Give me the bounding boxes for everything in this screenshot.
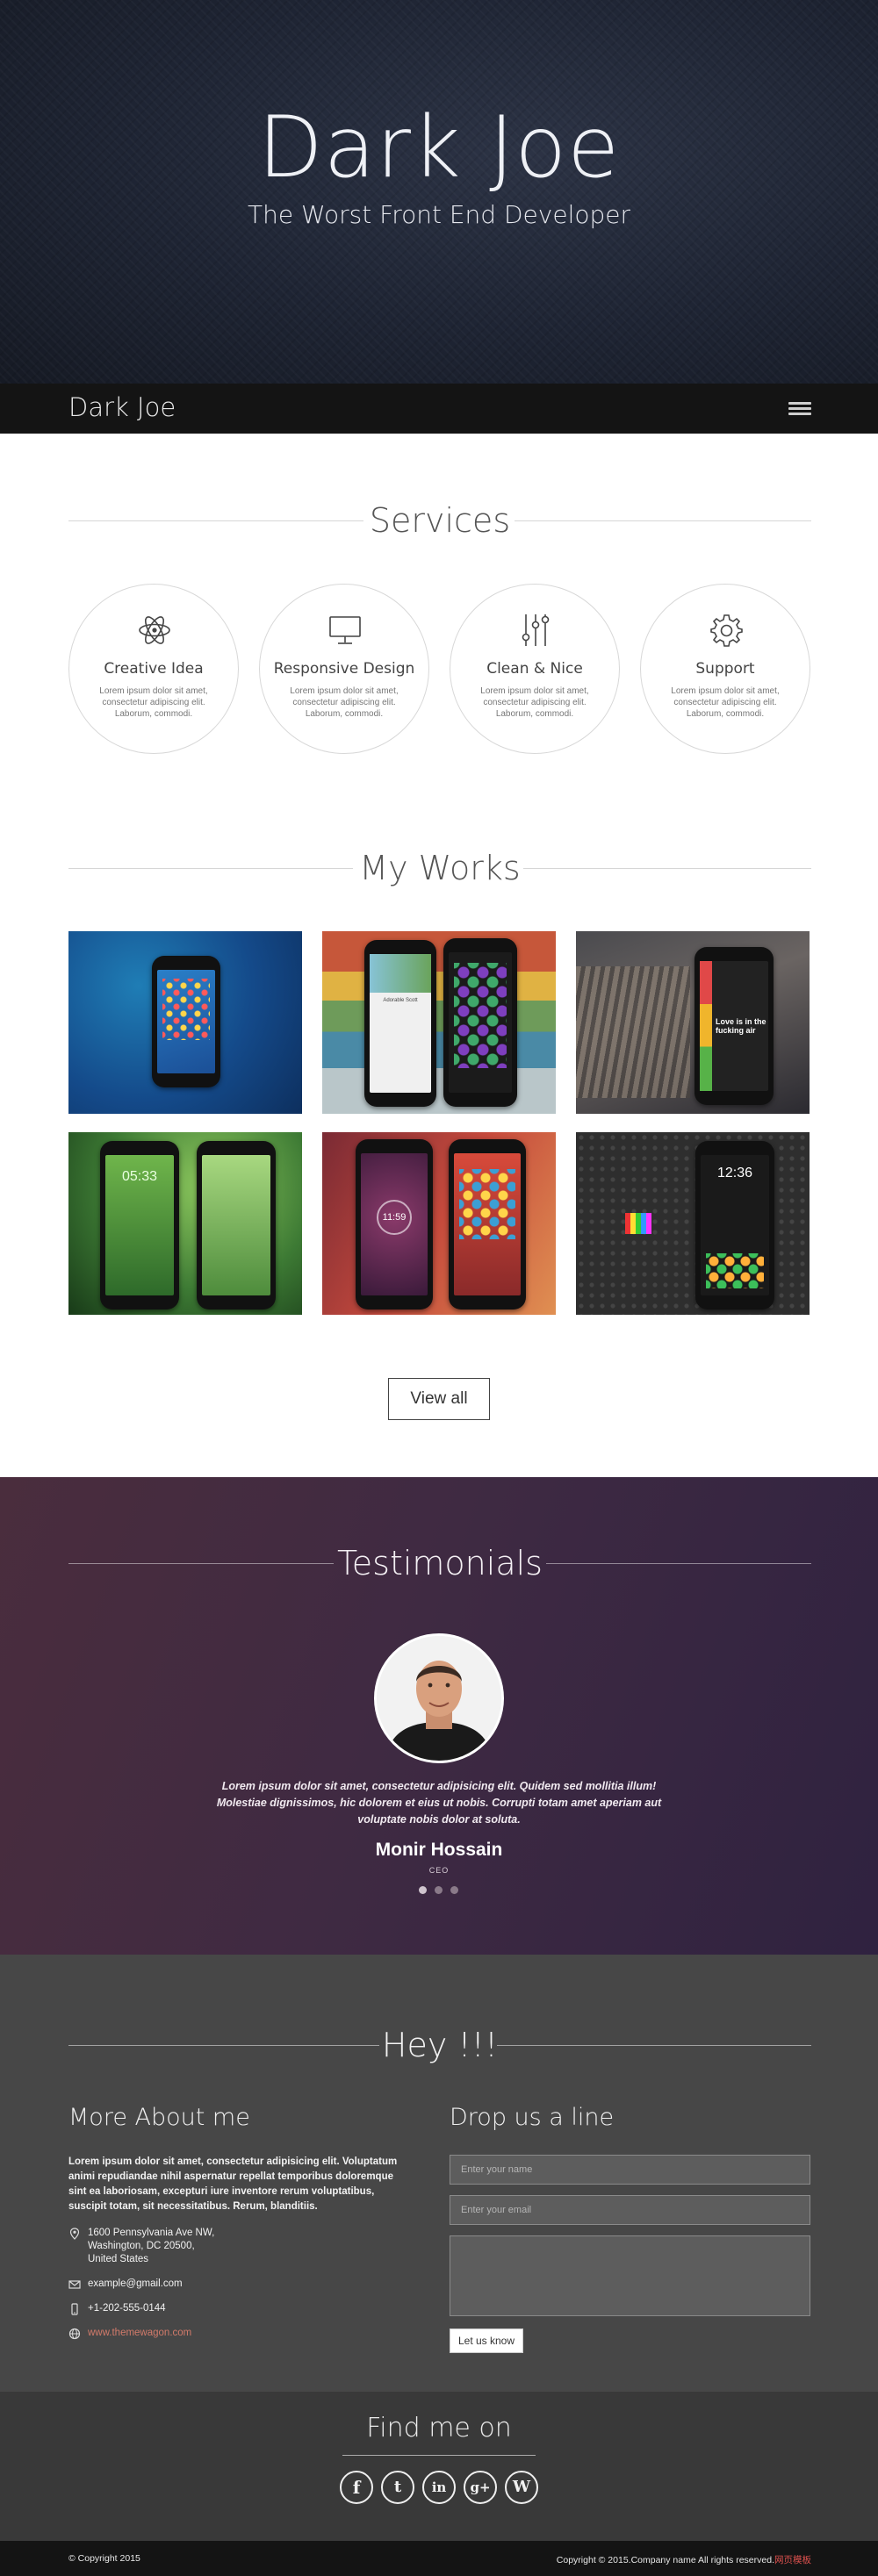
testimonial-quote: Lorem ipsum dolor sit amet, consectetur … [216, 1780, 662, 1826]
screen-text: Love is in the fucking air [716, 1017, 766, 1035]
service-card-support: Support Lorem ipsum dolor sit amet, cons… [640, 584, 810, 754]
carousel-dot[interactable] [435, 1886, 443, 1894]
address-line: 1600 Pennsylvania Ave NW, [88, 2228, 215, 2238]
screen-text: 12:36 [716, 1166, 753, 1180]
hero-section: Dark Joe The Worst Front End Developer [0, 0, 878, 384]
works-heading-block: My Works [68, 846, 811, 890]
service-description: Lorem ipsum dolor sit amet, consectetur … [290, 686, 399, 719]
atom-icon [139, 616, 170, 644]
work-thumbnail[interactable]: 11:59 [322, 1132, 556, 1315]
work-thumbnail[interactable]: Love is in the fucking air [576, 931, 810, 1114]
contact-heading-block: Hey !!! [68, 2023, 811, 2067]
hero-subtitle: The Worst Front End Developer [248, 200, 630, 229]
screen-text: 05:33 [121, 1169, 158, 1184]
testimonial-name: Monir Hossain [375, 1840, 503, 1860]
testimonial-avatar [374, 1633, 504, 1763]
testimonial-role: CEO [428, 1866, 450, 1875]
about-title: More About me [68, 2104, 250, 2131]
navbar: Dark Joe [0, 384, 878, 434]
location-pin-icon [69, 2228, 80, 2240]
footer-template-link[interactable]: 网页模板 [774, 2555, 811, 2565]
globe-icon [68, 2328, 81, 2340]
sliders-icon [522, 614, 550, 646]
carousel-dot[interactable] [450, 1886, 458, 1894]
services-heading: Services [369, 501, 511, 540]
email-text[interactable]: example@gmail.com [88, 2278, 316, 2291]
findme-title: Find me on [366, 2413, 512, 2443]
service-name: Clean & Nice [486, 660, 583, 678]
linkedin-icon[interactable]: in [422, 2471, 456, 2504]
service-description: Lorem ipsum dolor sit amet, consectetur … [480, 686, 589, 719]
email-input[interactable] [450, 2195, 810, 2225]
wordpress-icon[interactable]: W [505, 2471, 538, 2504]
service-card-creative-idea: Creative Idea Lorem ipsum dolor sit amet… [68, 584, 239, 754]
service-name: Creative Idea [104, 660, 204, 678]
work-thumbnail[interactable]: Adorable Scott [322, 931, 556, 1114]
service-card-responsive-design: Responsive Design Lorem ipsum dolor sit … [259, 584, 429, 754]
brand-logo[interactable]: Dark Joe [68, 392, 176, 422]
testimonials-heading-block: Testimonials [68, 1541, 811, 1585]
footer-copyright-right: Copyright © 2015.Company name All rights… [557, 2553, 811, 2566]
service-name: Responsive Design [273, 660, 415, 678]
service-description: Lorem ipsum dolor sit amet, consectetur … [671, 686, 780, 719]
name-input[interactable] [450, 2155, 810, 2185]
phone-text[interactable]: +1-202-555-0144 [88, 2302, 316, 2315]
divider [342, 2455, 536, 2456]
work-thumbnail[interactable]: 05:33 [68, 1132, 302, 1315]
footer: © Copyright 2015 Copyright © 2015.Compan… [0, 2541, 878, 2576]
message-textarea[interactable] [450, 2235, 810, 2316]
testimonials-section: Testimonials Lorem ipsum dolor sit amet,… [0, 1477, 878, 1955]
social-section: Find me on f t in g+ W [0, 2392, 878, 2541]
services-heading-block: Services [68, 499, 811, 542]
website-link[interactable]: www.themewagon.com [88, 2327, 316, 2340]
screen-text: 11:59 [377, 1200, 412, 1235]
submit-button[interactable]: Let us know [450, 2328, 523, 2353]
carousel-dot[interactable] [419, 1886, 427, 1894]
footer-copyright-left: © Copyright 2015 [68, 2553, 140, 2564]
service-description: Lorem ipsum dolor sit amet, consectetur … [99, 686, 208, 719]
address-line: United States [88, 2254, 149, 2264]
testimonials-heading: Testimonials [337, 1544, 543, 1582]
screen-text: Adorable Scott [383, 998, 418, 1003]
contact-section: Hey !!! More About me Lorem ipsum dolor … [0, 1955, 878, 2392]
service-card-clean-nice: Clean & Nice Lorem ipsum dolor sit amet,… [450, 584, 620, 754]
carousel-dots [417, 1886, 461, 1895]
envelope-icon [68, 2280, 81, 2289]
contact-heading: Hey !!! [381, 2026, 499, 2064]
view-all-button[interactable]: View all [388, 1378, 490, 1420]
hamburger-menu-icon[interactable] [788, 399, 811, 419]
twitter-icon[interactable]: t [381, 2471, 414, 2504]
facebook-icon[interactable]: f [340, 2471, 373, 2504]
works-heading: My Works [359, 849, 521, 887]
footer-copyright-text: Copyright © 2015.Company name All rights… [556, 2555, 774, 2565]
monitor-icon [329, 616, 361, 644]
work-thumbnail[interactable] [68, 931, 302, 1114]
hero-title: Dark Joe [257, 98, 621, 197]
mobile-phone-icon [71, 2303, 78, 2315]
service-name: Support [695, 660, 755, 678]
address-line: Washington, DC 20500, [88, 2241, 195, 2251]
googleplus-icon[interactable]: g+ [464, 2471, 497, 2504]
form-title: Drop us a line [450, 2104, 615, 2131]
work-thumbnail[interactable]: 12:36 [576, 1132, 810, 1315]
gear-icon [710, 614, 743, 647]
about-text: Lorem ipsum dolor sit amet, consectetur … [68, 2156, 398, 2212]
